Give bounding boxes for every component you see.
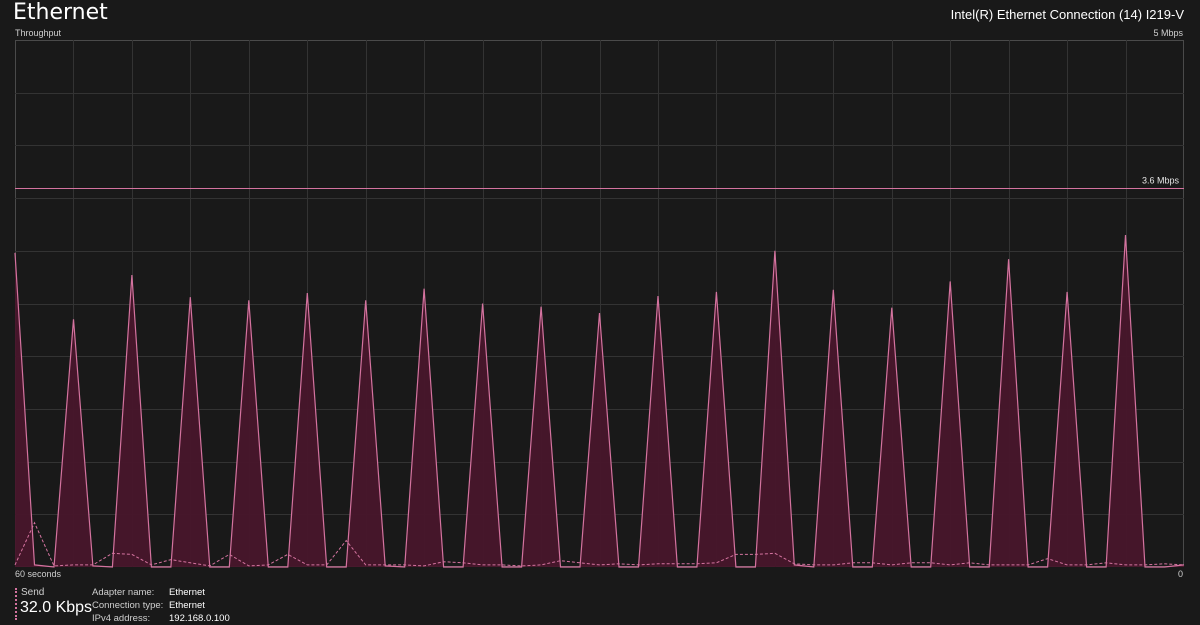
throughput-chart: 3.6 Mbps (14, 40, 1185, 568)
page-title: Ethernet (13, 0, 108, 25)
ipv4-address-value: 192.168.0.100 (169, 613, 230, 624)
connection-type-value: Ethernet (169, 600, 205, 611)
zero-label: 0 (1177, 569, 1183, 579)
max-scale-label: 5 Mbps (1153, 28, 1183, 38)
throughput-label: Throughput (15, 28, 62, 38)
connection-type-label: Connection type: (92, 600, 164, 611)
send-value: 32.0 Kbps (20, 599, 93, 616)
adapter-name-label: Adapter name: (92, 587, 155, 598)
adapter-model-name: Intel(R) Ethernet Connection (14) I219-V (950, 7, 1184, 22)
ipv4-address-label: IPv4 address: (92, 613, 151, 624)
ethernet-performance-page: Ethernet Intel(R) Ethernet Connection (1… (0, 0, 1200, 625)
send-label: Send (21, 587, 45, 598)
time-span-label: 60 seconds (15, 569, 62, 579)
stats-footer: Send 32.0 Kbps Adapter name: Ethernet Co… (15, 585, 615, 625)
reference-line-label: 3.6 Mbps (1142, 176, 1180, 186)
adapter-name-value: Ethernet (169, 587, 205, 598)
send-legend-indicator (15, 588, 17, 620)
throughput-chart-svg: 3.6 Mbps (14, 40, 1185, 568)
